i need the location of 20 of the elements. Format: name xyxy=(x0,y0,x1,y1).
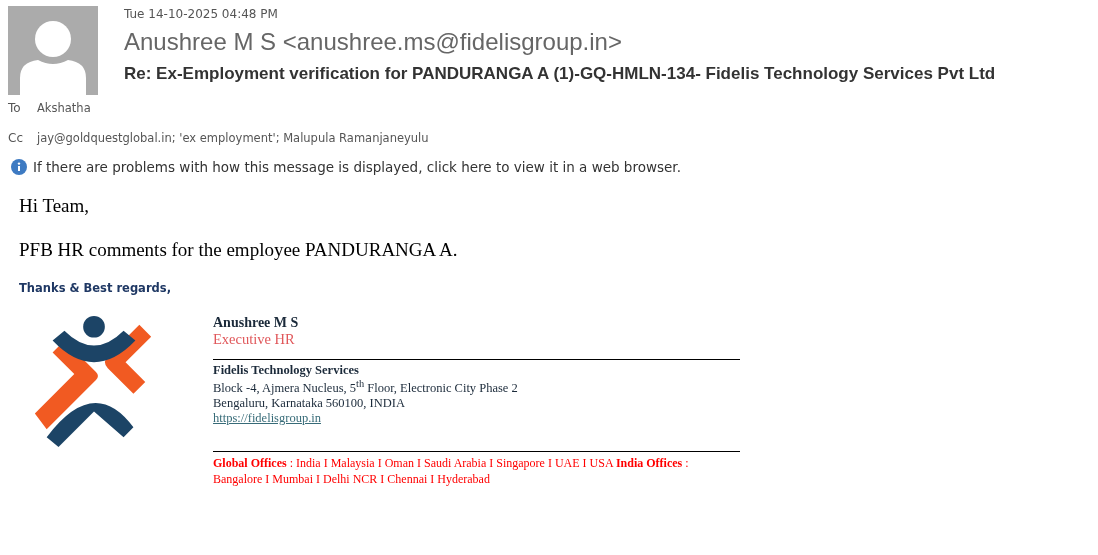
closing-text: Thanks & Best regards, xyxy=(19,281,172,295)
company-name: Fidelis Technology Services xyxy=(213,363,359,378)
address-line: Block -4, Ajmera Nucleus, 5$^{th}$ Floor, Electronic City Phase 2 xyxy=(213,378,518,397)
sender-name: Anushree M S <anushree.ms@fidelisgroup.in> xyxy=(124,28,622,56)
sent-date: Tue 14-10-2025 04:48 PM xyxy=(124,7,278,21)
info-icon xyxy=(11,159,27,175)
signature-name: Anushree M S xyxy=(213,315,299,331)
info-message[interactable]: If there are problems with how this message is displayed, click here to view it in a web browser. xyxy=(33,159,681,175)
recipient-label: To xyxy=(7,101,22,115)
recipient-list: jay@goldquestglobal.in; 'ex employment'; Malupula Ramanjaneyulu xyxy=(37,131,429,145)
avatar-icon xyxy=(8,6,98,95)
email-subject: Re: Ex-Employment verification for PANDURANGA A (1)-GQ-HMLN-134- Fidelis Technology Services Pvt Ltd xyxy=(124,64,996,84)
message-text: PFB HR comments for the employee PANDURANGA A. xyxy=(19,239,459,261)
offices-text: Global Offices : India I Malaysia I Oman I Saudi Arabia I Singapore I UAE I USA India Offices : Bangalore I Mumbai I Delhi NCR I Chennai I Hyderabad xyxy=(213,455,690,488)
recipient-list: Akshatha xyxy=(37,101,91,115)
greeting-text: Hi Team, xyxy=(19,195,91,217)
website-link[interactable]: https://fidelisgroup.in xyxy=(213,411,321,427)
address-line: Bengaluru, Karnataka 560100, INDIA xyxy=(213,396,405,412)
recipient-label: Cc xyxy=(7,131,24,145)
job-title: Executive HR xyxy=(213,331,295,348)
